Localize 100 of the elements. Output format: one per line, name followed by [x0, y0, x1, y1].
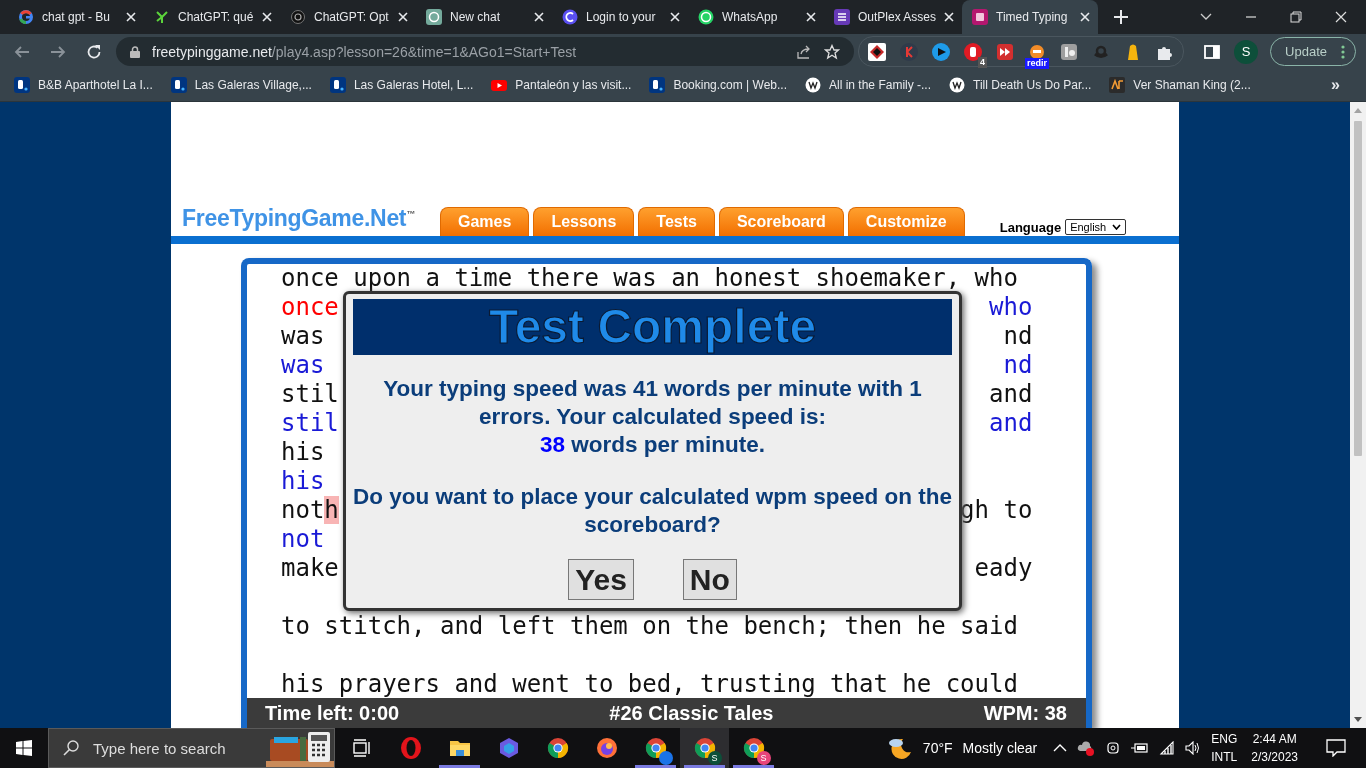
chevron-down-icon[interactable] — [1200, 13, 1212, 21]
scrollbar-thumb[interactable] — [1354, 121, 1362, 456]
site-icon — [649, 77, 666, 93]
taskbar-app[interactable]: S — [680, 728, 729, 768]
site-icon — [290, 9, 306, 25]
profile-avatar[interactable]: S — [1234, 39, 1259, 64]
site-icon — [698, 9, 714, 25]
extension-icon[interactable] — [931, 41, 952, 62]
wifi-icon[interactable] — [1159, 741, 1176, 755]
close-icon[interactable] — [126, 12, 136, 22]
close-icon[interactable] — [1335, 11, 1347, 23]
close-icon[interactable] — [1080, 12, 1091, 22]
search-icon — [63, 740, 79, 756]
bookmark[interactable]: Booking.com | Web... — [649, 77, 787, 93]
star-icon[interactable] — [824, 43, 841, 60]
weather-text: Mostly clear — [962, 740, 1038, 756]
typing-text: make — [281, 554, 339, 583]
close-icon[interactable] — [262, 12, 272, 22]
bookmark[interactable]: Las Galeras Village,... — [170, 77, 312, 93]
site-icon — [834, 9, 850, 25]
browser-tab[interactable]: ChatGPT: qué — [144, 0, 280, 34]
typing-text: nd — [1003, 322, 1033, 351]
typing-text: stil — [281, 409, 339, 438]
reload-icon[interactable] — [86, 43, 102, 60]
close-icon[interactable] — [806, 12, 816, 22]
browser-tab[interactable]: ChatGPT: Opt — [280, 0, 416, 34]
battery-icon[interactable] — [1131, 741, 1150, 755]
typing-text: not — [281, 525, 325, 554]
browser-tab[interactable]: Timed Typing — [962, 0, 1099, 34]
typing-text: was — [281, 351, 325, 380]
app-icon — [741, 736, 766, 760]
more-bookmarks-button[interactable]: » — [1331, 76, 1352, 94]
browser-tab[interactable]: Login to your — [552, 0, 688, 34]
dialog-button[interactable]: Yes — [568, 559, 634, 600]
site-icon — [426, 9, 442, 25]
notification-icon[interactable] — [1326, 739, 1346, 757]
restore-icon[interactable] — [1290, 11, 1302, 23]
side-panel-icon[interactable] — [1204, 43, 1221, 60]
scroll-down-icon[interactable] — [1354, 717, 1362, 723]
taskbar-app[interactable]: S — [729, 728, 778, 768]
extension-icon[interactable] — [867, 41, 888, 62]
dialog-button[interactable]: No — [682, 559, 737, 600]
site-icon — [170, 77, 187, 93]
task-view-icon[interactable] — [351, 738, 372, 758]
bookmark[interactable]: All in the Family -... — [805, 77, 932, 93]
search-field[interactable]: Type here to search — [91, 738, 255, 758]
browser-tab[interactable]: WhatsApp — [688, 0, 824, 34]
browser-tab[interactable]: OutPlex Asses — [824, 0, 963, 34]
site-icon — [949, 77, 966, 93]
chevron-up-icon[interactable] — [1053, 744, 1068, 752]
search-box[interactable]: Type here to search — [48, 728, 335, 768]
typing-text: stil — [281, 380, 339, 409]
typing-text: noth — [281, 496, 339, 525]
profile-badge: S — [756, 751, 771, 765]
site-icon — [329, 77, 346, 93]
wpm-reading: WPM: 38 — [983, 701, 1067, 725]
site-icon — [154, 9, 170, 25]
back-icon[interactable] — [14, 43, 30, 60]
language-label: Language — [999, 219, 1062, 235]
bookmark[interactable]: Till Death Us Do Par... — [949, 77, 1092, 93]
close-icon[interactable] — [534, 12, 544, 22]
typing-text: who — [989, 293, 1033, 322]
typing-text: gh to — [960, 496, 1033, 525]
browser-tab[interactable]: chat gpt - Bu — [8, 0, 144, 34]
scrollbar[interactable] — [1350, 102, 1366, 728]
more-icon[interactable] — [1341, 44, 1345, 59]
time-left: Time left: 0:00 — [265, 701, 400, 725]
windows-start-icon[interactable] — [16, 740, 32, 756]
lesson-title: #26 Classic Tales — [609, 701, 774, 725]
address-bar[interactable]: freetypinggame.net/play4.asp?lesson=26&time=1&AGo1=Start+Test — [116, 37, 855, 66]
question-text: Do you want to place your calculated wpm speed on the scoreboard? — [353, 483, 952, 539]
dialog-title: Test Complete — [353, 299, 952, 355]
bookmark[interactable]: Pantaleón y las visit... — [491, 77, 632, 93]
result-message: Your typing speed was 41 words per minute with 1 errors. Your calculated speed is: 38 words per minute. — [382, 375, 923, 459]
app-icon — [594, 736, 619, 760]
lock-icon — [130, 45, 140, 58]
caret-icon — [1112, 224, 1122, 230]
input-language-indicator[interactable]: ENG INTL — [1211, 730, 1238, 766]
camera-icon[interactable] — [1105, 740, 1122, 756]
plus-icon[interactable] — [1114, 10, 1129, 24]
site-icon — [14, 77, 30, 93]
clock[interactable]: 2:44 AM 2/3/2023 — [1251, 730, 1298, 766]
bookmark[interactable]: Ver Shaman King (2... — [1109, 77, 1251, 93]
close-icon[interactable] — [670, 12, 680, 22]
cloud-error-icon[interactable] — [1077, 740, 1096, 756]
speaker-icon[interactable] — [1185, 741, 1202, 755]
forward-icon[interactable] — [50, 43, 66, 60]
typing-text: was — [281, 322, 325, 351]
bookmark[interactable]: Las Galeras Hotel, L... — [329, 77, 474, 93]
extension-icon[interactable] — [995, 41, 1016, 62]
app-icon — [545, 736, 570, 760]
temperature: 70°F — [922, 740, 953, 756]
bookmark[interactable]: B&B Aparthotel La I... — [14, 77, 153, 93]
language-select[interactable]: English — [1065, 219, 1127, 235]
close-icon[interactable] — [398, 12, 408, 22]
site-icon — [805, 77, 821, 93]
site-logo[interactable]: FreeTypingGame.Net$^{™}$ — [182, 205, 440, 236]
browser-tab[interactable]: New chat — [416, 0, 552, 34]
extension-icon[interactable] — [1059, 41, 1080, 62]
close-icon[interactable] — [944, 12, 955, 22]
